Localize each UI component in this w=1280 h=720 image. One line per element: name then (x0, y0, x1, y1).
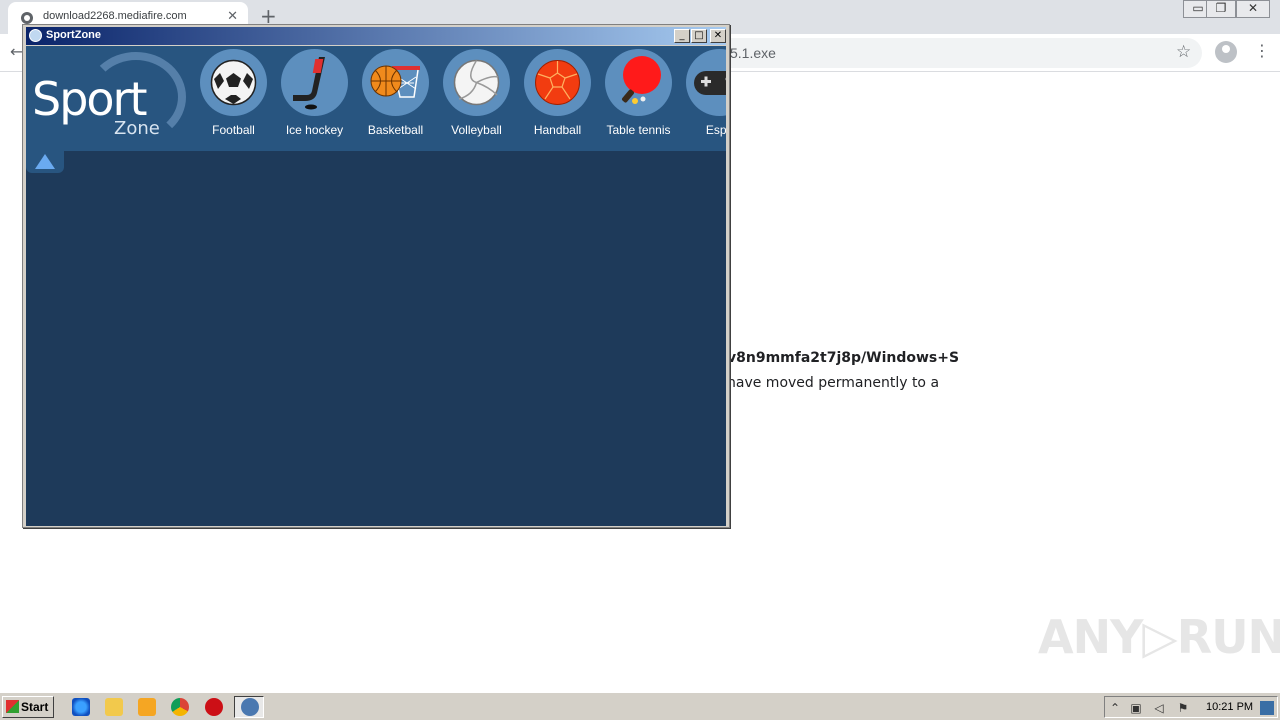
sport-circle (200, 49, 267, 116)
soccer-ball-icon (210, 59, 257, 106)
sport-label: Ice hockey (285, 123, 344, 137)
sport-label: Espo (705, 123, 726, 137)
ping-pong-paddle-icon (622, 56, 661, 104)
network-icon[interactable]: ▣ (1129, 701, 1143, 715)
page-url-text: v8n9mmfa2t7j8p/Windows+S (727, 350, 960, 366)
sportzone-titlebar[interactable]: SportZone _ □ ✕ (26, 27, 726, 45)
sportzone-body: Sport Zone Football Ice hockey Basketbal… (26, 46, 726, 526)
sport-item-table-tennis[interactable]: Table tennis (598, 49, 679, 149)
sportzone-logo: Sport Zone (26, 46, 191, 151)
media-player-icon[interactable] (138, 698, 156, 716)
system-tray: ⌃ ▣ ◁ ⚑ 10:21 PM (1104, 696, 1278, 718)
sport-label: Table tennis (606, 123, 671, 137)
sportzone-header: Sport Zone Football Ice hockey Basketbal… (26, 46, 726, 151)
volleyball-icon (453, 59, 500, 106)
sport-item-ice-hockey[interactable]: Ice hockey (274, 49, 355, 149)
tab-title: download2268.mediafire.com (43, 10, 187, 22)
chrome-icon[interactable] (171, 698, 189, 716)
profile-avatar-icon[interactable] (1215, 41, 1237, 63)
opera-icon[interactable] (205, 698, 223, 716)
address-text: 5.1.exe (730, 45, 776, 61)
globe-icon (21, 12, 33, 24)
sport-label: Football (212, 123, 255, 137)
show-desktop-icon[interactable] (1260, 701, 1274, 715)
browser-close-button[interactable]: ✕ (1236, 0, 1270, 18)
sport-circle (362, 49, 429, 116)
sportzone-taskbar-icon (241, 698, 259, 716)
browser-restore-button[interactable]: ❐ (1206, 0, 1236, 18)
sport-circle (281, 49, 348, 116)
ie-icon[interactable] (72, 698, 90, 716)
sport-item-volleyball[interactable]: Volleyball (436, 49, 517, 149)
action-center-flag-icon[interactable]: ⚑ (1176, 701, 1190, 715)
sport-label: Handball (533, 123, 582, 137)
anyrun-watermark: ANY▷RUN (1038, 610, 1280, 664)
sportzone-maximize-button[interactable]: □ (691, 29, 707, 43)
sport-circle (686, 49, 726, 116)
handball-icon (535, 60, 580, 105)
start-label: Start (21, 700, 49, 714)
collapse-toggle-button[interactable] (26, 151, 64, 173)
sport-item-esports[interactable]: Espo (679, 49, 726, 149)
sport-circle (605, 49, 672, 116)
clock[interactable]: 10:21 PM (1206, 701, 1253, 713)
start-button[interactable]: Start (2, 696, 54, 718)
tray-expand-icon[interactable]: ⌃ (1108, 701, 1122, 715)
folder-icon[interactable] (105, 698, 123, 716)
tab-close-button[interactable]: ✕ (227, 9, 238, 24)
sportzone-window: SportZone _ □ ✕ Sport Zone Football Ice … (22, 24, 730, 528)
volume-icon[interactable]: ◁ (1152, 701, 1166, 715)
sportzone-minimize-button[interactable]: _ (674, 29, 690, 43)
sport-item-handball[interactable]: Handball (517, 49, 598, 149)
sport-item-basketball[interactable]: Basketball (355, 49, 436, 149)
sportzone-title: SportZone (46, 29, 101, 41)
taskbar-sportzone-button[interactable] (234, 696, 264, 718)
sport-label: Basketball (367, 123, 424, 137)
sportzone-app-icon (29, 29, 42, 42)
sport-item-football[interactable]: Football (193, 49, 274, 149)
hockey-stick-icon (293, 57, 325, 110)
page-message-text: have moved permanently to a (727, 375, 940, 391)
menu-dots-icon[interactable]: ⋮ (1254, 41, 1270, 60)
triangle-up-icon (35, 154, 55, 169)
sport-circle (443, 49, 510, 116)
windows-flag-icon (6, 700, 19, 713)
sport-circle (524, 49, 591, 116)
sportzone-close-button[interactable]: ✕ (710, 29, 726, 43)
bookmark-star-icon[interactable]: ☆ (1176, 42, 1191, 62)
taskbar: Start ⌃ ▣ ◁ ⚑ 10:21 PM (0, 692, 1280, 720)
basketball-icon (370, 65, 420, 98)
logo-sub-text: Zone (114, 118, 160, 139)
sport-label: Volleyball (451, 123, 502, 137)
gamepad-icon (694, 71, 726, 95)
